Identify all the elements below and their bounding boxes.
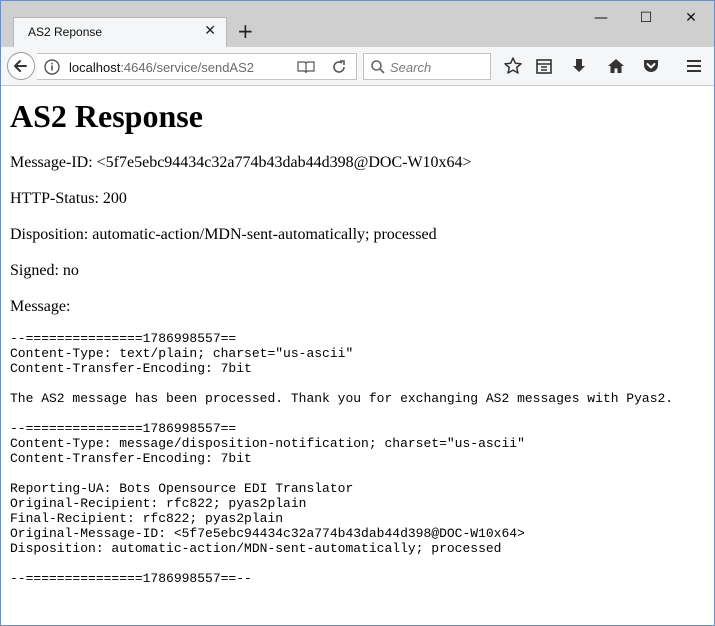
- pocket-icon[interactable]: [641, 56, 661, 76]
- mdn-message-body: --===============1786998557== Content-Ty…: [10, 331, 674, 586]
- url-text[interactable]: localhost:4646/service/sendAS2: [69, 60, 254, 75]
- browser-window: AS2 Reponse ✕ + — ☐ ✕ localhost:4646/ser…: [0, 0, 715, 626]
- page-content: AS2 Response Message-ID: <5f7e5ebc94434c…: [1, 86, 714, 625]
- new-tab-button[interactable]: +: [237, 20, 254, 42]
- reload-icon[interactable]: [331, 59, 347, 75]
- url-bar[interactable]: localhost:4646/service/sendAS2: [37, 53, 357, 80]
- search-icon: [371, 60, 385, 74]
- search-bar[interactable]: Search: [363, 53, 491, 80]
- back-arrow-icon: [14, 60, 27, 72]
- title-bar: AS2 Reponse ✕ + — ☐ ✕: [1, 1, 714, 47]
- reader-view-icon[interactable]: [297, 59, 315, 75]
- library-icon[interactable]: [534, 56, 554, 76]
- maximize-button[interactable]: ☐: [624, 7, 668, 29]
- download-icon[interactable]: [569, 56, 589, 76]
- bookmark-star-icon[interactable]: [503, 56, 523, 76]
- close-window-button[interactable]: ✕: [669, 7, 713, 29]
- url-path: :4646/service/sendAS2: [120, 60, 255, 75]
- navigation-toolbar: localhost:4646/service/sendAS2 Search: [1, 47, 714, 86]
- message-id-text: Message-ID: <5f7e5ebc94434c32a774b43dab4…: [10, 154, 472, 171]
- tab-as2-response[interactable]: AS2 Reponse ✕: [13, 17, 227, 47]
- back-button[interactable]: [7, 52, 35, 80]
- url-host: localhost: [69, 60, 121, 75]
- signed-text: Signed: no: [10, 262, 79, 279]
- disposition-text: Disposition: automatic-action/MDN-sent-a…: [10, 226, 437, 243]
- info-icon[interactable]: [43, 58, 61, 76]
- page-title: AS2 Response: [10, 98, 203, 134]
- message-label: Message:: [10, 298, 71, 315]
- minimize-button[interactable]: —: [579, 7, 623, 29]
- tab-close-icon[interactable]: ✕: [204, 23, 216, 39]
- search-input[interactable]: Search: [390, 60, 431, 75]
- home-icon[interactable]: [606, 56, 626, 76]
- tab-title: AS2 Reponse: [28, 25, 103, 39]
- menu-icon[interactable]: [684, 56, 704, 76]
- http-status-text: HTTP-Status: 200: [10, 190, 127, 207]
